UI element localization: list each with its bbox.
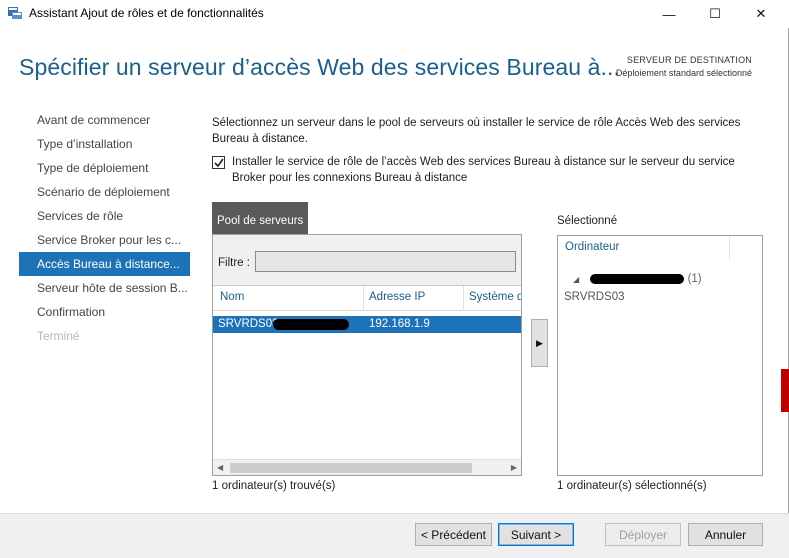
next-button[interactable]: Suivant >	[498, 523, 574, 546]
scrollbar-thumb[interactable]	[230, 463, 472, 473]
checkmark-icon	[214, 158, 224, 168]
deploy-button: Déployer	[605, 523, 681, 546]
wizard-steps-sidebar: Avant de commencer Type d’installation T…	[19, 108, 190, 348]
filter-label: Filtre :	[218, 257, 250, 269]
column-divider[interactable]	[729, 236, 730, 260]
group-count: (1)	[687, 273, 702, 285]
install-on-broker-checkbox[interactable]	[212, 156, 225, 169]
step-scenario-deploiement[interactable]: Scénario de déploiement	[19, 180, 190, 204]
collapse-caret-icon[interactable]: ◢	[573, 275, 579, 284]
redaction-mark	[273, 319, 349, 330]
wizard-window: Assistant Ajout de rôles et de fonctionn…	[0, 0, 789, 558]
filter-input[interactable]	[255, 251, 516, 272]
server-ip-cell: 192.168.1.9	[369, 318, 430, 330]
cancel-button[interactable]: Annuler	[688, 523, 763, 546]
tab-server-pool[interactable]: Pool de serveurs	[212, 202, 308, 234]
filter-area: Filtre :	[213, 235, 521, 286]
window-title: Assistant Ajout de rôles et de fonctionn…	[29, 6, 264, 20]
step-serveur-hote-session[interactable]: Serveur hôte de session B...	[19, 276, 190, 300]
step-termine: Terminé	[37, 329, 80, 343]
scroll-left-icon[interactable]: ◀	[217, 463, 223, 472]
step-avant-de-commencer[interactable]: Avant de commencer	[19, 108, 190, 132]
server-row-selected[interactable]: SRVRDS03 192.168.1.9	[213, 316, 521, 333]
page-title: Spécifier un serveur d’accès Web des ser…	[19, 54, 621, 80]
step-confirmation[interactable]: Confirmation	[19, 300, 190, 324]
install-on-broker-label: Installer le service de rôle de l’accès …	[232, 156, 735, 184]
intro-text: Sélectionnez un serveur dans le pool de …	[212, 117, 741, 145]
column-divider[interactable]	[363, 286, 364, 311]
step-acces-bureau-distance[interactable]: Accès Bureau à distance...	[19, 252, 190, 276]
column-header-ip[interactable]: Adresse IP	[369, 291, 425, 303]
server-pool-header: Nom Adresse IP Système d	[213, 286, 521, 311]
column-header-os[interactable]: Système d	[469, 291, 521, 303]
server-pool-panel: Filtre : Nom Adresse IP Système d SRVRDS…	[212, 234, 522, 476]
selected-label: Sélectionné	[557, 215, 618, 227]
step-type-installation[interactable]: Type d’installation	[19, 132, 190, 156]
destination-server-info: SERVEUR DE DESTINATION Déploiement stand…	[616, 54, 752, 80]
column-divider[interactable]	[463, 286, 464, 311]
selected-item[interactable]: SRVRDS03	[564, 291, 625, 303]
maximize-button[interactable]: ☐	[692, 0, 738, 28]
horizontal-scrollbar[interactable]: ◀ ▶	[213, 459, 521, 475]
scroll-right-icon[interactable]: ▶	[511, 463, 517, 472]
destination-value: Déploiement standard sélectionné	[615, 68, 752, 78]
step-services-de-role[interactable]: Services de rôle	[19, 204, 190, 228]
background-window-edge	[781, 369, 789, 412]
close-icon: ✕	[755, 6, 767, 21]
install-on-broker-option[interactable]: Installer le service de rôle de l’accès …	[212, 154, 760, 186]
maximize-icon: ☐	[709, 6, 721, 21]
title-bar: Assistant Ajout de rôles et de fonctionn…	[0, 0, 789, 28]
arrow-right-icon: ▶	[536, 337, 543, 348]
previous-button[interactable]: < Précédent	[415, 523, 492, 546]
server-manager-icon	[8, 7, 22, 19]
destination-title: SERVEUR DE DESTINATION	[626, 55, 752, 65]
minimize-button[interactable]: —	[646, 0, 692, 28]
column-header-computer[interactable]: Ordinateur	[565, 241, 619, 253]
add-to-selection-button[interactable]: ▶	[531, 319, 548, 367]
pool-count-text: 1 ordinateur(s) trouvé(s)	[212, 480, 336, 492]
selected-panel: Ordinateur ◢ (1) SRVRDS03	[557, 235, 763, 476]
close-button[interactable]: ✕	[738, 0, 784, 28]
redaction-mark	[590, 273, 685, 284]
server-name-cell: SRVRDS03	[218, 318, 279, 330]
minimize-icon: —	[662, 6, 676, 22]
column-header-name[interactable]: Nom	[220, 291, 244, 303]
step-type-deploiement[interactable]: Type de déploiement	[19, 156, 190, 180]
selected-count-text: 1 ordinateur(s) sélectionné(s)	[557, 480, 707, 492]
selected-group[interactable]: ◢ (1)	[573, 273, 702, 285]
step-service-broker[interactable]: Service Broker pour les c...	[19, 228, 190, 252]
